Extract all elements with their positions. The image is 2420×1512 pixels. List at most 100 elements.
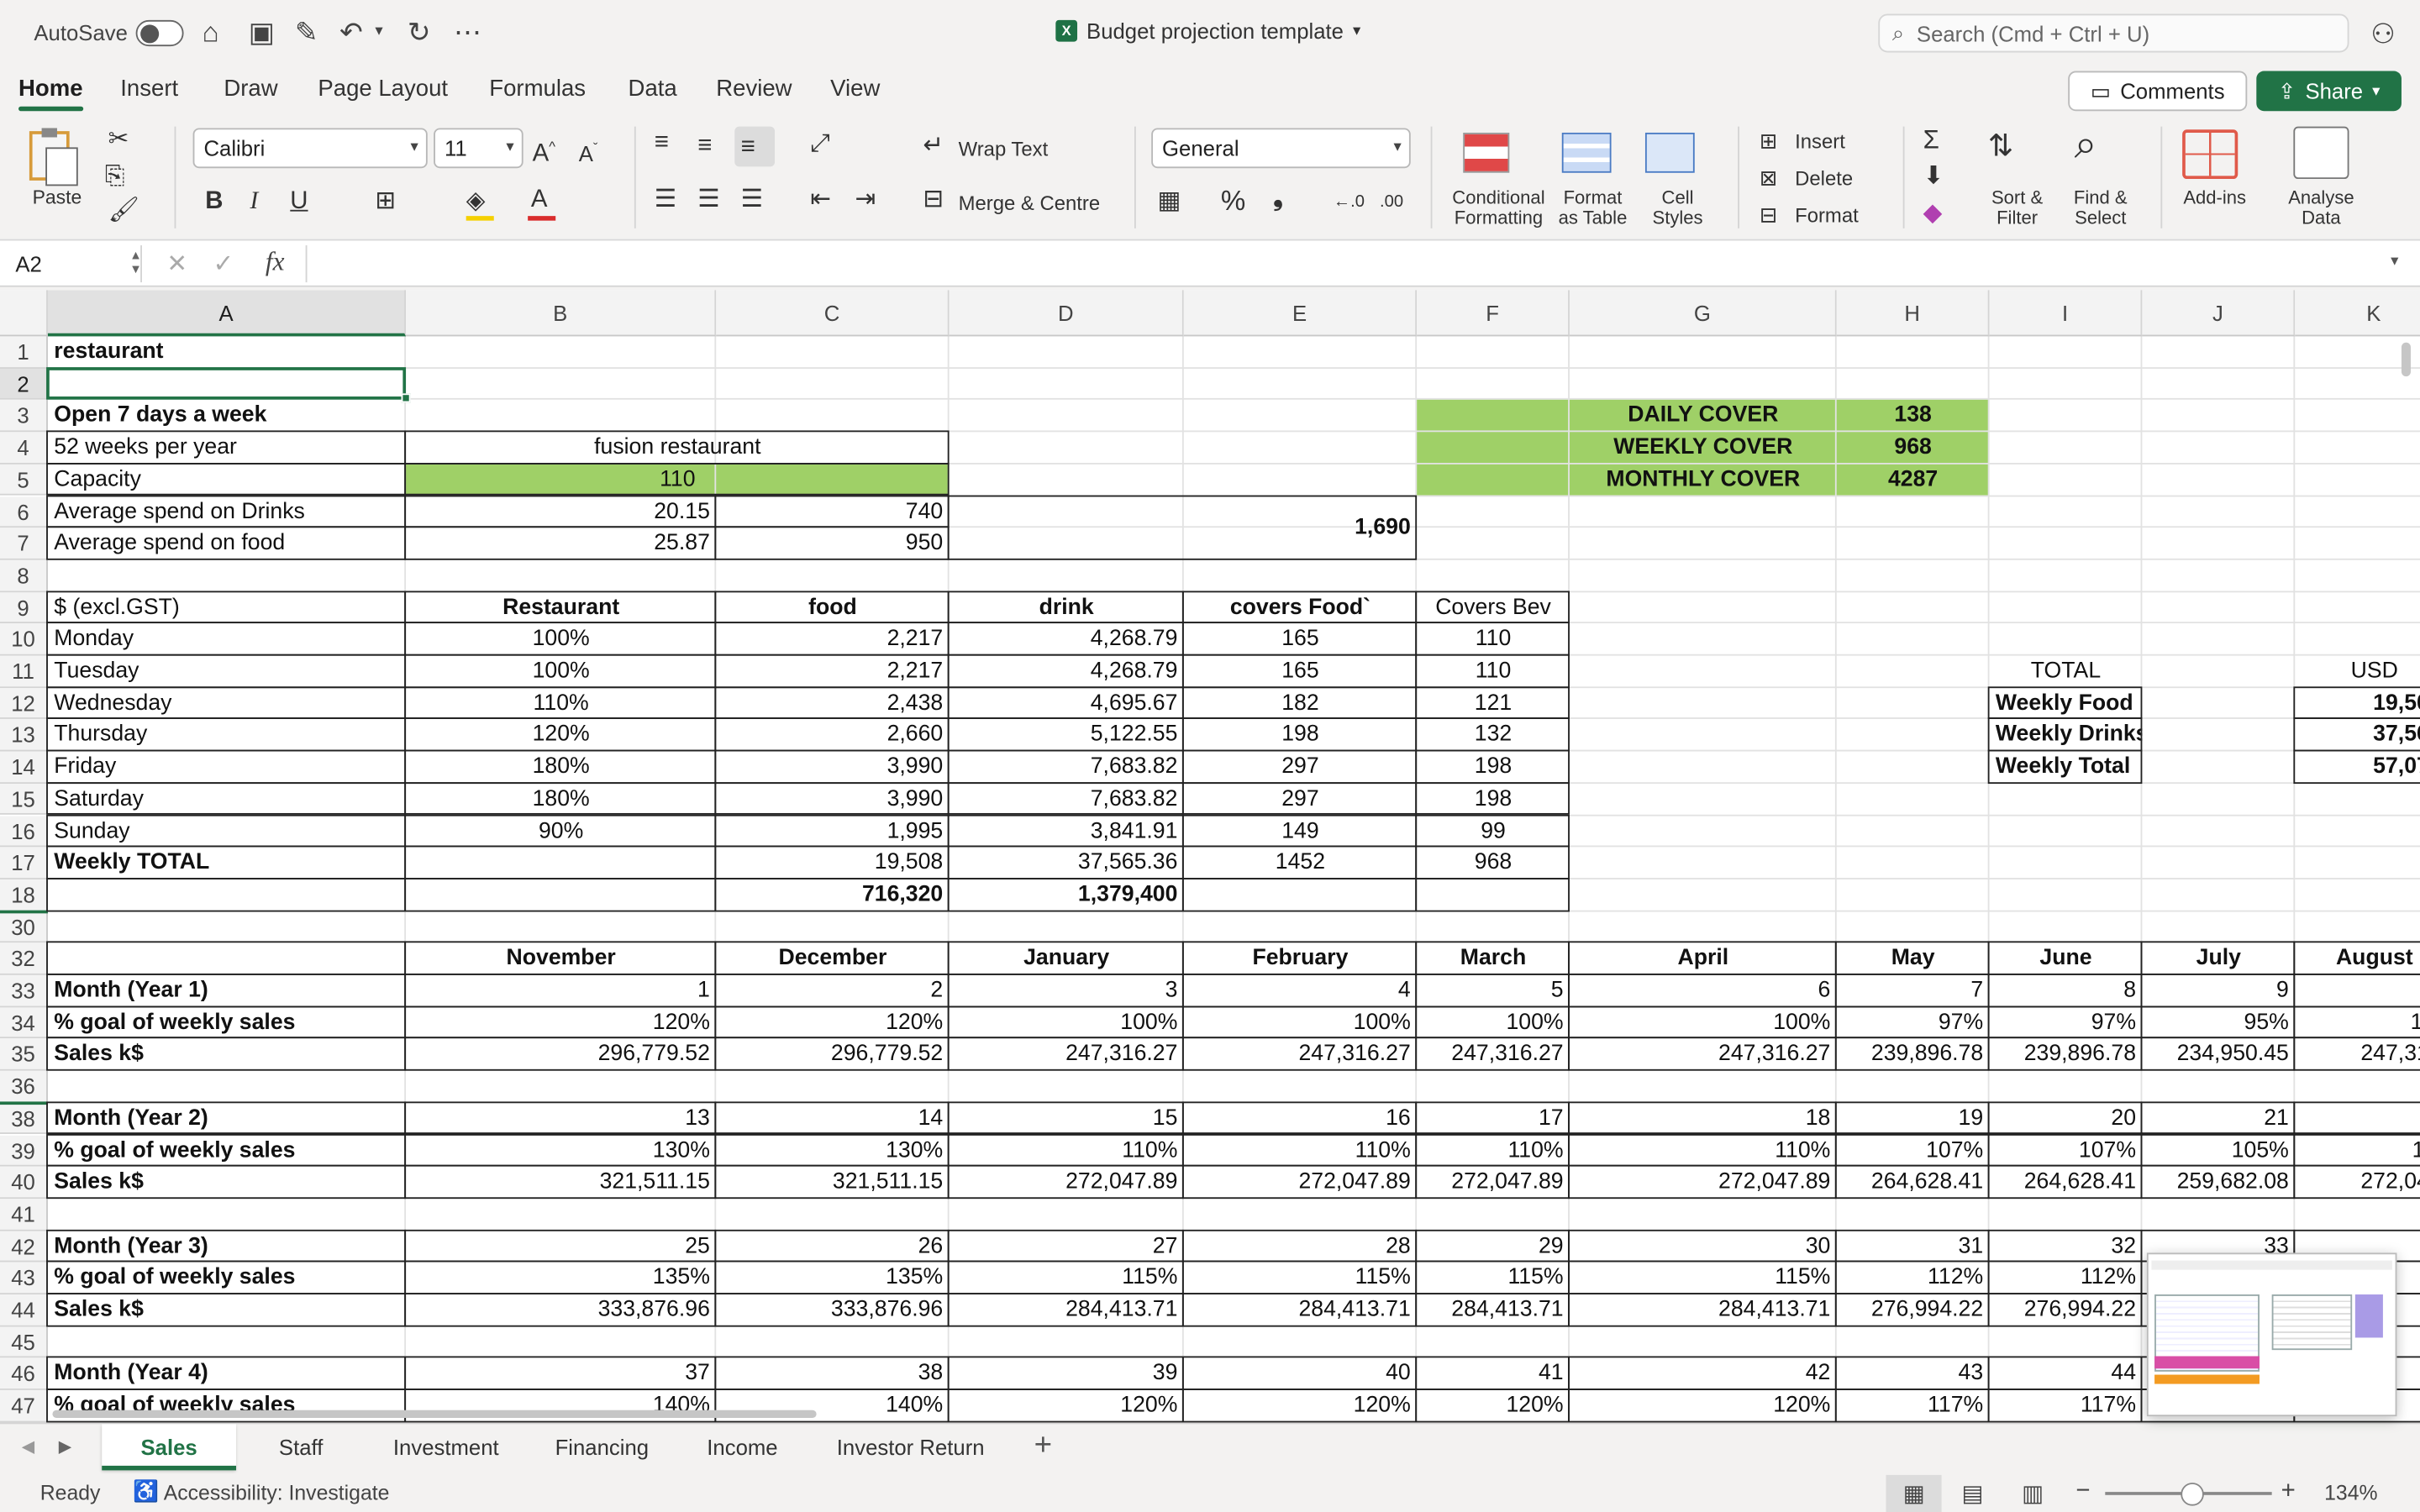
tab-formulas[interactable]: Formulas — [489, 76, 586, 102]
expand-formula-icon[interactable]: ▾ — [2391, 253, 2398, 270]
tab-data[interactable]: Data — [629, 76, 677, 102]
column-header-d[interactable]: D — [949, 290, 1184, 337]
tab-insert[interactable]: Insert — [120, 76, 178, 102]
cell-h32[interactable]: May — [1837, 943, 1990, 975]
number-format-select[interactable]: General ▾ — [1151, 128, 1411, 169]
paste-label[interactable]: Paste — [33, 187, 82, 208]
cell-c46[interactable]: 38 — [716, 1358, 949, 1390]
row-header-10[interactable]: 10 — [0, 623, 48, 656]
sheet-tab-income[interactable]: Income — [677, 1424, 807, 1470]
cell-c11[interactable]: 2,217 — [716, 656, 949, 688]
cell-f39[interactable]: 110% — [1417, 1135, 1570, 1167]
tab-review[interactable]: Review — [716, 76, 792, 102]
cell-k39[interactable]: 110 — [2295, 1135, 2420, 1167]
cell-d46[interactable]: 39 — [950, 1358, 1184, 1390]
cell-h35[interactable]: 239,896.78 — [1837, 1039, 1990, 1071]
search-box[interactable]: ⌕ Search (Cmd + Ctrl + U) — [1878, 13, 2349, 53]
save-as-icon[interactable]: ✎ — [295, 17, 318, 48]
sort-filter-icon[interactable]: ⇅ — [1988, 131, 2014, 162]
insert-cells-icon[interactable]: ⊞ — [1760, 127, 1778, 155]
merge-centre-button[interactable]: Merge & Centre — [959, 193, 1101, 213]
cell-f40[interactable]: 272,047.89 — [1417, 1167, 1570, 1199]
cell-i35[interactable]: 239,896.78 — [1990, 1039, 2143, 1071]
row-header-3[interactable]: 3 — [0, 400, 48, 433]
cell-f35[interactable]: 247,316.27 — [1417, 1039, 1570, 1071]
cell-e17[interactable]: 1452 — [1184, 848, 1417, 879]
cell-d17[interactable]: 37,565.36 — [950, 848, 1184, 879]
cell-b40[interactable]: 321,511.15 — [406, 1167, 716, 1199]
cell-i14[interactable]: Weekly Total — [1990, 752, 2143, 784]
cell-g33[interactable]: 6 — [1570, 975, 1837, 1007]
row-header-46[interactable]: 46 — [0, 1358, 48, 1391]
cell-j32[interactable]: July — [2142, 943, 2295, 975]
cell-a10[interactable]: Monday — [48, 624, 406, 656]
cell-c10[interactable]: 2,217 — [716, 624, 949, 656]
cell-a12[interactable]: Wednesday — [48, 688, 406, 720]
italic-icon[interactable]: I — [250, 188, 259, 216]
row-header-1[interactable]: 1 — [0, 336, 48, 369]
cell-h3[interactable]: 138 — [1837, 400, 1990, 432]
cell-b35[interactable]: 296,779.52 — [406, 1039, 716, 1071]
cell-i46[interactable]: 44 — [1990, 1358, 2143, 1390]
column-header-c[interactable]: C — [716, 290, 950, 337]
format-cells-icon[interactable]: ⊟ — [1760, 201, 1778, 228]
cell-g32[interactable]: April — [1570, 943, 1837, 975]
namebox-spinner-icon[interactable]: ▲ ▼ — [129, 249, 142, 276]
cell-e39[interactable]: 110% — [1184, 1135, 1417, 1167]
column-header-g[interactable]: G — [1569, 290, 1837, 337]
row-header-35[interactable]: 35 — [0, 1038, 48, 1071]
align-bottom-icon[interactable]: ≡ — [741, 134, 755, 162]
column-header-h[interactable]: H — [1836, 290, 1990, 337]
cell-d15[interactable]: 7,683.82 — [950, 784, 1184, 816]
cell-a44[interactable]: Sales k$ — [48, 1294, 406, 1326]
cell-i12[interactable]: Weekly Food — [1990, 688, 2143, 720]
cell-a39[interactable]: % goal of weekly sales — [48, 1135, 406, 1167]
cell-k32[interactable]: August — [2295, 943, 2420, 975]
delete-button[interactable]: Delete — [1795, 168, 1853, 188]
conditional-formatting-label[interactable]: Conditional Formatting — [1448, 187, 1549, 228]
cell-c18[interactable]: 716,320 — [716, 879, 949, 911]
insert-function-icon[interactable]: fx — [266, 247, 285, 278]
sort-filter-label[interactable]: Sort & Filter — [1981, 187, 2052, 228]
borders-icon[interactable]: ⊞ — [375, 188, 396, 216]
cell-a46[interactable]: Month (Year 4) — [48, 1358, 406, 1390]
cell-e16[interactable]: 149 — [1184, 816, 1417, 848]
bold-icon[interactable]: B — [205, 188, 223, 216]
cell-a38[interactable]: Month (Year 2) — [48, 1103, 406, 1135]
cell-b43[interactable]: 135% — [406, 1263, 716, 1294]
cell-a7[interactable]: Average spend on food — [48, 528, 406, 560]
cell-e43[interactable]: 115% — [1184, 1263, 1417, 1294]
row-header-17[interactable]: 17 — [0, 847, 48, 879]
cell-f38[interactable]: 17 — [1417, 1103, 1570, 1135]
cell-e42[interactable]: 28 — [1184, 1231, 1417, 1263]
vertical-scrollbar[interactable] — [2401, 342, 2411, 377]
row-header-32[interactable]: 32 — [0, 942, 48, 975]
cell-k13[interactable]: 37,565. — [2295, 720, 2420, 752]
cell-a6[interactable]: Average spend on Drinks — [48, 496, 406, 528]
zoom-slider-thumb[interactable] — [2181, 1483, 2204, 1506]
share-button[interactable]: ⇪ Share ▾ — [2256, 71, 2402, 112]
cell-c12[interactable]: 2,438 — [716, 688, 949, 720]
cell-b10[interactable]: 100% — [406, 624, 716, 656]
cell-g47[interactable]: 120% — [1570, 1390, 1837, 1422]
addins-label[interactable]: Add-ins — [2179, 187, 2249, 208]
row-header-47[interactable]: 47 — [0, 1390, 48, 1423]
format-as-table-label[interactable]: Format as Table — [1553, 187, 1634, 228]
cell-f16[interactable]: 99 — [1417, 816, 1570, 848]
cell-e12[interactable]: 182 — [1184, 688, 1417, 720]
cell-e10[interactable]: 165 — [1184, 624, 1417, 656]
cell-d35[interactable]: 247,316.27 — [950, 1039, 1184, 1071]
cell-d16[interactable]: 3,841.91 — [950, 816, 1184, 848]
sheet-tab-investor-return[interactable]: Investor Return — [808, 1424, 1014, 1470]
row-header-44[interactable]: 44 — [0, 1294, 48, 1327]
addins-icon[interactable] — [2182, 129, 2238, 180]
cell-i40[interactable]: 264,628.41 — [1990, 1167, 2143, 1199]
tab-view[interactable]: View — [830, 76, 880, 102]
cell-b42[interactable]: 25 — [406, 1231, 716, 1263]
cell-a14[interactable]: Friday — [48, 752, 406, 784]
cell-f14[interactable]: 198 — [1417, 752, 1570, 784]
row-header-40[interactable]: 40 — [0, 1166, 48, 1199]
format-table-icon[interactable] — [1561, 132, 1612, 173]
row-header-34[interactable]: 34 — [0, 1006, 48, 1039]
cell-k35[interactable]: 247,316. — [2295, 1039, 2420, 1071]
